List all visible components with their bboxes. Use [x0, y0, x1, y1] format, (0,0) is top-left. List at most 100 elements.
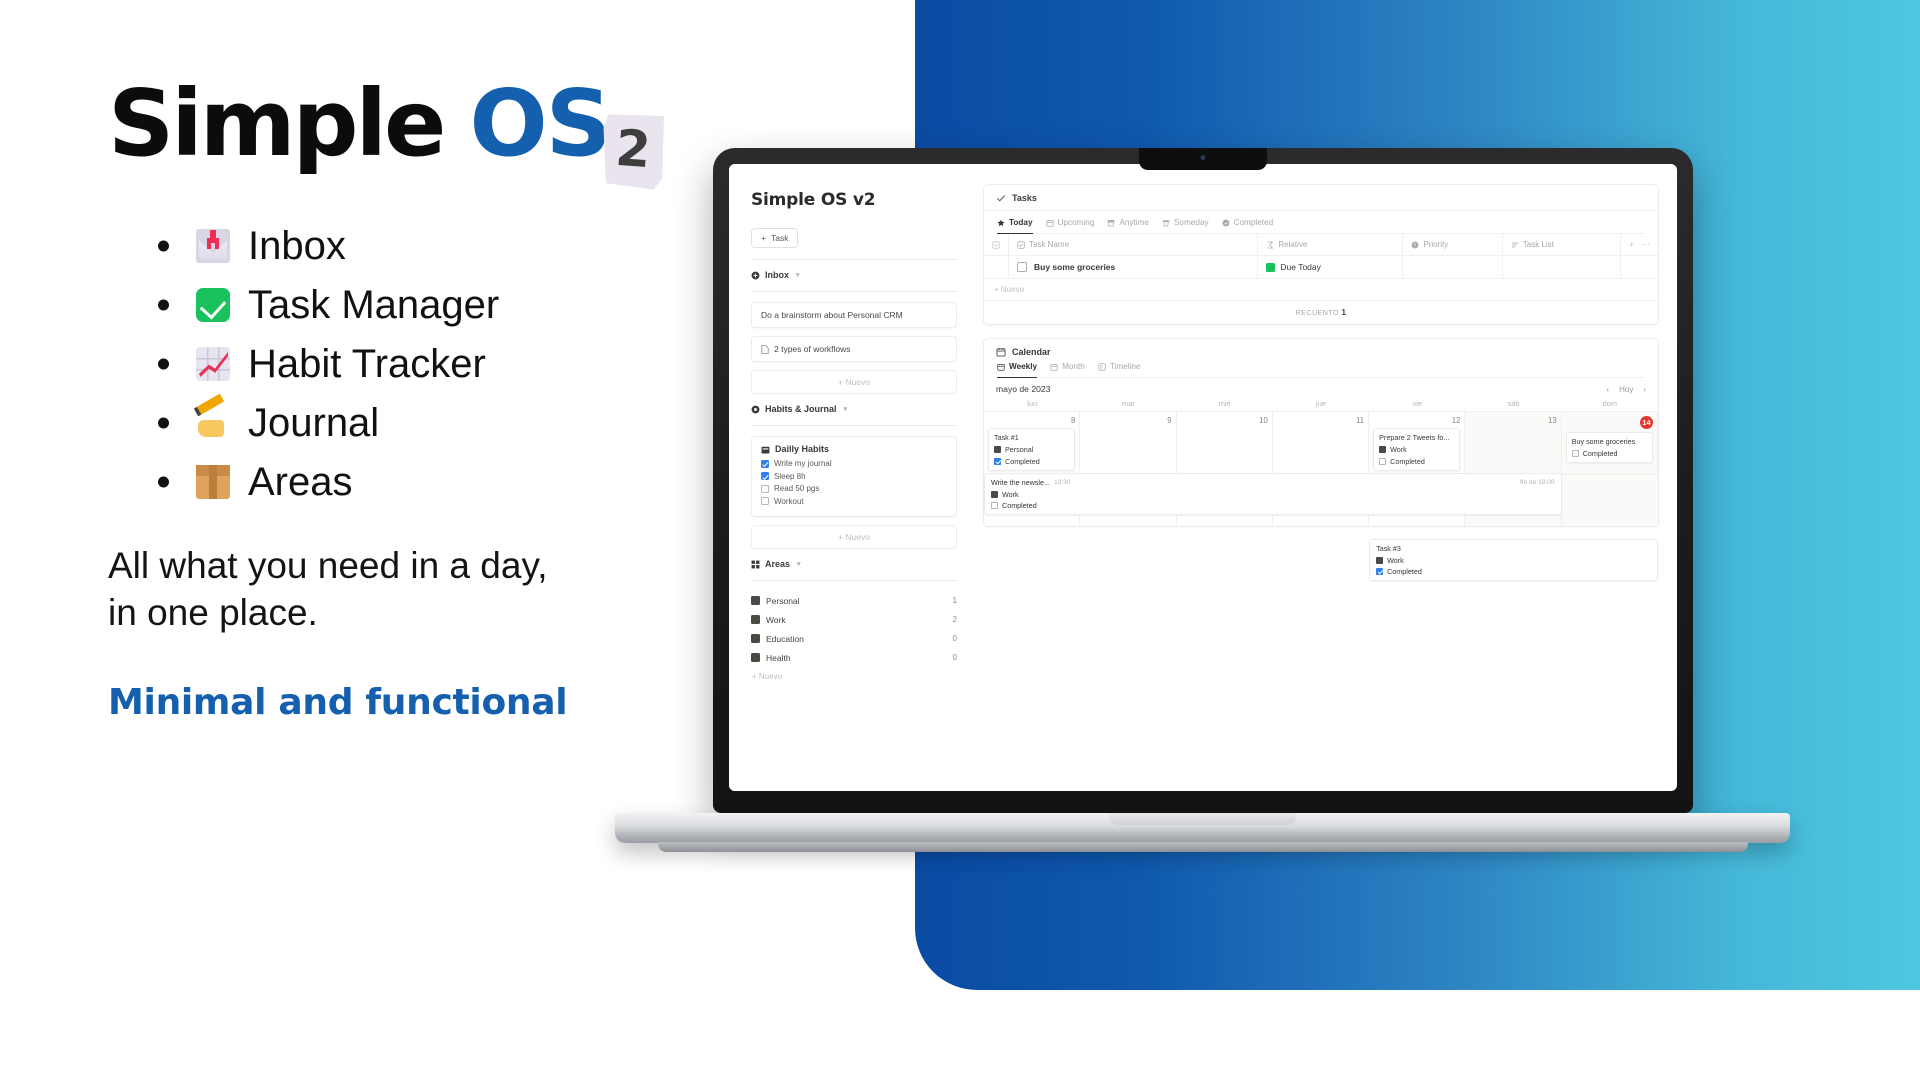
gear-icon	[751, 405, 760, 414]
habits-card-title: Dailly Habits	[775, 444, 830, 454]
table-row[interactable]: Buy some groceries Due Today	[984, 255, 1658, 279]
column-header-select[interactable]	[984, 234, 1009, 256]
habit-row[interactable]: Read 50 pgs	[761, 484, 947, 493]
event-status[interactable]: Completed	[1379, 457, 1454, 466]
column-header-task-name[interactable]: Task Name	[1008, 234, 1259, 256]
event-status[interactable]: Completed	[994, 457, 1069, 466]
tab-weekly[interactable]: Weekly	[997, 362, 1038, 378]
tab-timeline[interactable]: Timeline	[1098, 362, 1140, 378]
tagline-line-1: All what you need in a day,	[108, 545, 548, 586]
prev-period-button[interactable]: ‹	[1606, 385, 1609, 394]
column-header-relative[interactable]: Relative	[1257, 234, 1404, 256]
sidebar-section-areas[interactable]: Areas ▾	[751, 559, 957, 569]
column-header-priority[interactable]: Priority	[1402, 234, 1503, 256]
calendar-panel-header: Calendar	[984, 339, 1658, 360]
add-habit-button[interactable]: + Nuevo	[751, 525, 957, 549]
habits-card[interactable]: Dailly Habits Write my journal Sleep 8h	[751, 436, 957, 517]
cell-task-list[interactable]	[1502, 255, 1622, 279]
check-circle-icon	[1222, 219, 1230, 227]
checkbox-icon[interactable]	[994, 457, 1001, 465]
add-column-icon[interactable]: +	[1629, 240, 1634, 249]
calendar-day-cell[interactable]: 12 Prepare 2 Tweets fo... Work Completed	[1369, 411, 1466, 474]
checkbox-icon[interactable]	[1379, 457, 1387, 465]
calendar-day-cell-today[interactable]: 14 Buy some groceries Completed	[1561, 411, 1658, 474]
tasks-panel-title: Tasks	[1012, 193, 1037, 203]
list-item[interactable]: 2 types of workflows	[751, 336, 957, 362]
calendar-event[interactable]: Task #1 Personal Completed	[988, 428, 1076, 471]
count-label: RECUENTO	[1295, 308, 1339, 317]
habit-row[interactable]: Workout	[761, 497, 947, 506]
tab-completed[interactable]: Completed	[1222, 218, 1274, 234]
list-item[interactable]: Do a brainstorm about Personal CRM	[751, 302, 957, 328]
add-label: Nuevo	[758, 672, 783, 681]
event-status-label: Completed	[1390, 456, 1425, 466]
checkbox-icon[interactable]	[761, 472, 769, 480]
calendar-event[interactable]: Buy some groceries Completed	[1565, 432, 1653, 463]
calendar-event[interactable]: Prepare 2 Tweets fo... Work Completed	[1373, 428, 1461, 471]
area-row[interactable]: Health 0	[751, 648, 957, 667]
package-icon	[196, 465, 230, 499]
add-task-row-button[interactable]: + Nuevo	[984, 279, 1658, 301]
trash-icon	[1162, 219, 1170, 227]
area-row[interactable]: Education 0	[751, 629, 957, 648]
cell-relative[interactable]: Due Today	[1257, 255, 1404, 279]
checkbox-icon[interactable]	[1017, 262, 1027, 272]
tab-label: Completed	[1233, 218, 1274, 227]
column-header-task-list[interactable]: Task List	[1502, 234, 1622, 256]
area-row[interactable]: Work 2	[751, 610, 957, 629]
cell-task-name[interactable]: Buy some groceries	[1008, 255, 1259, 279]
sidebar-section-label: Inbox	[765, 270, 789, 280]
event-status[interactable]: Completed	[1376, 567, 1651, 576]
row-select-cell[interactable]	[984, 255, 1009, 279]
sidebar-section-label: Habits & Journal	[765, 404, 837, 414]
calendar-day-cell[interactable]: 8 Task #1 Personal Completed	[984, 411, 1081, 474]
today-badge: 14	[1639, 416, 1653, 429]
checkbox-icon[interactable]	[991, 502, 998, 509]
calendar-day-cell[interactable]: 9	[1080, 411, 1177, 474]
habit-row[interactable]: Write my journal	[761, 459, 947, 468]
writing-hand-icon	[196, 406, 230, 440]
calendar-day-cell[interactable]: 11	[1272, 411, 1370, 474]
chevron-down-icon[interactable]: ▾	[844, 405, 848, 413]
column-header-actions[interactable]: + ⋯	[1620, 234, 1658, 256]
calendar-day-cell[interactable]: 13	[1465, 411, 1562, 474]
grid-icon	[751, 560, 760, 569]
area-row[interactable]: Personal 1	[751, 591, 957, 610]
add-area-button[interactable]: + Nuevo	[751, 667, 957, 681]
add-inbox-item-button[interactable]: + Nuevo	[751, 370, 957, 394]
event-status[interactable]: Completed	[1571, 449, 1647, 458]
tab-today[interactable]: Today	[997, 218, 1033, 234]
chevron-down-icon[interactable]: ▾	[796, 271, 800, 279]
calendar-day-cell[interactable]: 10	[1176, 411, 1273, 474]
tab-month[interactable]: Month	[1050, 362, 1085, 378]
event-area: Work	[1379, 445, 1454, 454]
brand-word-os: OS	[469, 70, 611, 177]
next-period-button[interactable]: ›	[1643, 385, 1646, 394]
event-status[interactable]: Completed	[991, 501, 1555, 510]
checkbox-icon[interactable]	[1571, 450, 1579, 457]
tab-anytime[interactable]: Anytime	[1107, 218, 1149, 234]
checkbox-icon[interactable]	[761, 459, 769, 468]
formula-icon	[1266, 241, 1274, 249]
calendar-spanning-event-2[interactable]: Task #3 Work Completed	[1369, 539, 1658, 581]
chevron-down-icon[interactable]: ▾	[797, 560, 801, 568]
calendar-icon	[1050, 363, 1058, 371]
tab-upcoming[interactable]: Upcoming	[1045, 218, 1094, 234]
habit-row[interactable]: Sleep 8h	[761, 472, 947, 481]
calendar-month-label: mayo de 2023	[996, 384, 1051, 394]
sidebar-section-inbox[interactable]: Inbox ▾	[751, 270, 957, 280]
calendar-spanning-event[interactable]: Write the newsle... 13:30 fin de 18:00 W…	[984, 473, 1562, 515]
laptop-screen: Simple OS v2 + Task Inbox ▾ Do a brainst…	[729, 164, 1677, 791]
more-options-icon[interactable]: ⋯	[1642, 240, 1650, 249]
day-header: lun	[1027, 399, 1038, 408]
checkbox-icon[interactable]	[761, 484, 769, 493]
cell-priority[interactable]	[1402, 255, 1503, 279]
checkbox-icon[interactable]	[761, 497, 769, 505]
add-task-button[interactable]: + Task	[751, 228, 799, 248]
checkbox-icon[interactable]	[1376, 568, 1384, 575]
square-icon	[994, 446, 1001, 453]
tab-someday[interactable]: Someday	[1162, 218, 1209, 234]
today-button[interactable]: Hoy	[1619, 385, 1633, 394]
sidebar-section-habits[interactable]: Habits & Journal ▾	[751, 404, 957, 414]
calendar-day-cell[interactable]	[1561, 473, 1658, 526]
